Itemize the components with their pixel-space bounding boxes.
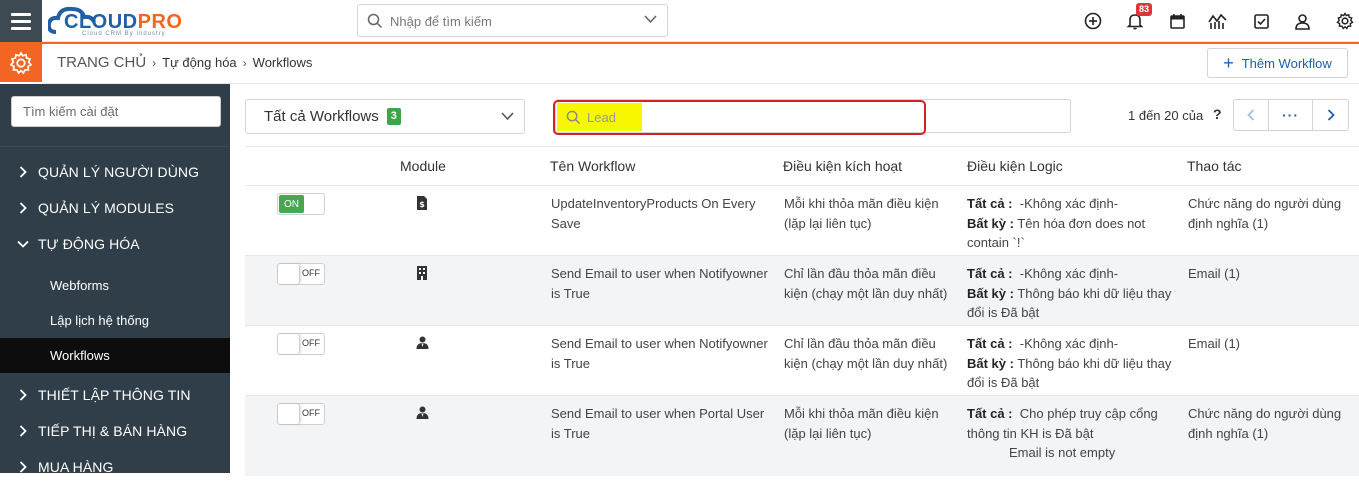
pager-prev-button[interactable] <box>1233 99 1269 131</box>
workflow-name[interactable]: Send Email to user when Notifyowner is T… <box>551 334 773 373</box>
chevron-right-icon <box>0 389 38 401</box>
workflow-search-input[interactable] <box>587 107 907 127</box>
gear-icon[interactable] <box>1335 11 1355 31</box>
logic-condition: Tất cả : -Không xác định- Bất kỳ : Tên h… <box>967 196 1146 250</box>
calendar-icon[interactable] <box>1167 11 1187 31</box>
global-search-input[interactable] <box>390 11 630 31</box>
chevron-down-icon <box>0 240 38 248</box>
workflow-actions: Chức năng do người dùng định nghĩa (1) <box>1188 406 1342 441</box>
table-row[interactable]: OFF Send Email to user when Portal User … <box>245 396 1359 476</box>
status-toggle[interactable]: OFF <box>277 403 325 425</box>
sidebar-subitem-workflows[interactable]: Workflows <box>0 338 230 373</box>
table-row[interactable]: OFF Send Email to user when Notifyowner … <box>245 326 1359 396</box>
sidebar-item-user-management[interactable]: QUẢN LÝ NGƯỜI DÙNG <box>0 154 230 190</box>
workflow-name[interactable]: Send Email to user when Portal User is T… <box>551 404 773 443</box>
divider <box>42 83 1359 84</box>
checkbox-icon[interactable] <box>1251 11 1271 31</box>
workflow-actions: Email (1) <box>1188 266 1241 281</box>
workflow-name[interactable]: Send Email to user when Notifyowner is T… <box>551 264 773 303</box>
chevron-right-icon <box>1327 109 1335 121</box>
status-toggle[interactable]: ON <box>277 193 325 215</box>
column-header-name[interactable]: Tên Workflow <box>550 158 635 174</box>
logic-condition: Tất cả : Cho phép truy cập cổng thông ti… <box>967 406 1158 460</box>
logo-tagline: Cloud CRM By Industry <box>82 31 166 37</box>
column-header-module[interactable]: Module <box>400 158 446 174</box>
plus-icon: + <box>1223 53 1234 73</box>
accent-line <box>0 42 1359 44</box>
sidebar-item-purchasing[interactable]: MUA HÀNG <box>0 449 230 485</box>
column-header-logic[interactable]: Điều kiện Logic <box>967 158 1063 174</box>
workflow-filter-label: Tất cả Workflows <box>264 108 379 125</box>
chevron-right-icon <box>0 202 38 214</box>
building-icon <box>417 266 427 280</box>
chevron-right-icon <box>0 425 38 437</box>
table-header: Module Tên Workflow Điều kiện kích hoạt … <box>245 146 1359 186</box>
add-workflow-button[interactable]: + Thêm Workflow <box>1207 48 1348 78</box>
trigger-condition: Mỗi khi thỏa mãn điều kiện (lặp lại liên… <box>784 196 939 231</box>
global-search[interactable] <box>357 4 668 37</box>
chevron-down-icon <box>501 112 514 121</box>
pager-next-button[interactable] <box>1312 99 1349 131</box>
workflow-actions: Email (1) <box>1188 336 1241 351</box>
contact-icon <box>416 336 429 349</box>
chevron-left-icon <box>1247 109 1255 121</box>
logo[interactable]: CLOUDPRO Cloud CRM By Industry <box>48 4 203 38</box>
pager-help[interactable]: ? <box>1213 106 1222 122</box>
status-toggle[interactable]: OFF <box>277 333 325 355</box>
plus-circle-icon[interactable] <box>1083 11 1103 31</box>
breadcrumb-separator: › <box>152 55 157 70</box>
breadcrumb-workflows: Workflows <box>252 55 313 70</box>
settings-gear-icon[interactable] <box>0 44 42 82</box>
column-header-actions: Thao tác <box>1187 158 1242 174</box>
notification-badge[interactable]: 83 <box>1136 3 1153 16</box>
chevron-right-icon <box>0 461 38 473</box>
trigger-condition: Mỗi khi thỏa mãn điều kiện (lặp lại liên… <box>784 406 939 441</box>
workflow-filter-select[interactable]: Tất cả Workflows 3 <box>245 99 525 134</box>
breadcrumb-home[interactable]: TRANG CHỦ <box>57 54 146 71</box>
breadcrumb: TRANG CHỦ › Tự động hóa › Workflows <box>57 54 312 71</box>
logic-condition: Tất cả : -Không xác định- Bất kỳ : Thông… <box>967 336 1172 390</box>
status-toggle[interactable]: OFF <box>277 263 325 285</box>
search-icon <box>367 13 383 29</box>
workflow-name[interactable]: UpdateInventoryProducts On Every Save <box>551 194 773 233</box>
chevron-down-icon[interactable] <box>644 15 657 24</box>
trigger-condition: Chỉ lần đầu thỏa mãn điều kiện (chạy một… <box>784 266 948 301</box>
breadcrumb-automation[interactable]: Tự động hóa <box>162 55 236 70</box>
column-header-trigger[interactable]: Điều kiện kích hoạt <box>783 158 902 174</box>
settings-search-input[interactable] <box>11 96 221 127</box>
chart-icon[interactable] <box>1208 11 1228 31</box>
sidebar-item-automation[interactable]: TỰ ĐỘNG HÓA <box>0 226 230 262</box>
search-icon <box>566 110 581 125</box>
pager-range: 1 đến 20 của <box>1128 108 1204 123</box>
trigger-condition: Chỉ lần đầu thỏa mãn điều kiện (chạy một… <box>784 336 948 371</box>
sidebar-subitem-webforms[interactable]: Webforms <box>0 268 230 303</box>
workflow-count-badge: 3 <box>386 108 401 125</box>
breadcrumb-separator: › <box>242 55 247 70</box>
user-icon[interactable] <box>1292 11 1312 31</box>
sidebar-subitem-system-scheduler[interactable]: Lập lịch hệ thống <box>0 303 230 338</box>
svg-text:$: $ <box>419 200 425 209</box>
settings-sidebar: QUẢN LÝ NGƯỜI DÙNG QUẢN LÝ MODULES TỰ ĐỘ… <box>0 84 230 475</box>
pager-more-button[interactable]: ··· <box>1268 99 1313 131</box>
table-row[interactable]: OFF Send Email to user when Notifyowner … <box>245 256 1359 326</box>
add-workflow-label: Thêm Workflow <box>1241 55 1332 71</box>
chevron-right-icon <box>0 166 38 178</box>
invoice-icon: $ <box>417 196 427 210</box>
table-row[interactable]: ON $ UpdateInventoryProducts On Every Sa… <box>245 186 1359 256</box>
hamburger-menu-icon[interactable] <box>0 0 42 42</box>
contact-icon <box>416 406 429 419</box>
top-bar: CLOUDPRO Cloud CRM By Industry 83 <box>0 0 1359 42</box>
sidebar-divider <box>0 146 230 147</box>
sidebar-item-marketing-sales[interactable]: TIẾP THỊ & BÁN HÀNG <box>0 413 230 449</box>
sidebar-item-module-management[interactable]: QUẢN LÝ MODULES <box>0 190 230 226</box>
logic-condition: Tất cả : -Không xác định- Bất kỳ : Thông… <box>967 266 1172 320</box>
workflow-actions: Chức năng do người dùng định nghĩa (1) <box>1188 196 1342 231</box>
sidebar-item-information-setup[interactable]: THIẾT LẬP THÔNG TIN <box>0 377 230 413</box>
